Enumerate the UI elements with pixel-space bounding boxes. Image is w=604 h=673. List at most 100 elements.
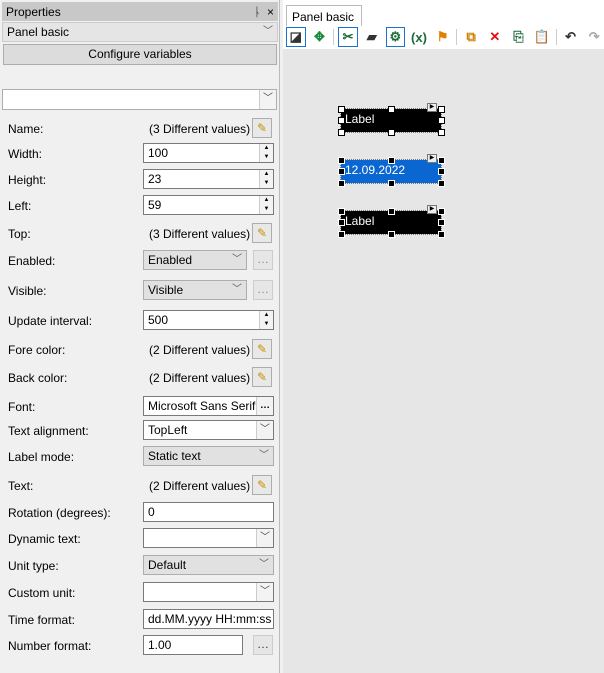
property-input[interactable]: 59 ▲ ▼ [143, 195, 274, 215]
property-value: 0 [148, 505, 155, 519]
resize-handle[interactable] [438, 129, 445, 136]
property-label: Back color: [8, 371, 68, 385]
properties-header: Properties ᚿ × [2, 2, 278, 21]
paste-icon[interactable]: 📋 [532, 27, 552, 47]
ellipsis-button[interactable]: … [253, 635, 273, 655]
resize-handle[interactable] [388, 157, 395, 164]
resize-handle[interactable] [388, 231, 395, 238]
ellipsis-button[interactable]: … [256, 397, 273, 415]
property-combo[interactable]: Static text ﹀ [143, 446, 274, 466]
redo-icon[interactable]: ↷ [584, 27, 604, 47]
panel-select[interactable]: Panel basic ﹀ [2, 22, 278, 42]
resize-handle[interactable] [438, 208, 445, 215]
resize-handle[interactable] [388, 129, 395, 136]
widget-text: Label [345, 214, 375, 228]
book-icon[interactable]: ▰ [362, 27, 382, 47]
spin-buttons[interactable]: ▲ ▼ [259, 196, 273, 214]
property-input[interactable]: 500 ▲ ▼ [143, 310, 274, 330]
edit-pencil-icon[interactable]: ✎ [252, 118, 272, 138]
ellipsis-button[interactable]: … [253, 280, 273, 300]
property-label: Left: [8, 199, 32, 213]
edit-pencil-icon[interactable]: ✎ [252, 367, 272, 387]
property-input[interactable]: 0 [143, 502, 274, 522]
spin-buttons[interactable]: ▲ ▼ [259, 170, 273, 188]
configure-variables-button[interactable]: Configure variables [3, 44, 277, 65]
resize-handle[interactable] [338, 157, 345, 164]
property-input[interactable]: dd.MM.yyyy HH:mm:ss [143, 609, 274, 629]
spin-buttons[interactable]: ▲ ▼ [259, 144, 273, 162]
property-label: Custom unit: [8, 586, 76, 600]
resize-handle[interactable] [338, 208, 345, 215]
chevron-down-icon[interactable]: ﹀ [256, 421, 273, 439]
chevron-down-icon[interactable]: ﹀ [259, 90, 276, 109]
property-combo[interactable]: Visible ﹀ [143, 280, 247, 300]
edit-pencil-icon[interactable]: ✎ [252, 339, 272, 359]
resize-handle[interactable] [338, 117, 345, 124]
property-row: Number format: 1.00… [0, 635, 280, 657]
spin-buttons[interactable]: ▲ ▼ [259, 311, 273, 329]
property-input[interactable]: 1.00 [143, 635, 243, 655]
resize-handle[interactable] [388, 106, 395, 113]
resize-handle[interactable] [338, 231, 345, 238]
align-icon[interactable]: ⚑ [433, 27, 453, 47]
resize-handle[interactable] [338, 106, 345, 113]
design-canvas[interactable]: Label ▶ 12.09.2022 ▶ Label ▶ [283, 49, 604, 673]
chevron-down-icon[interactable]: ﹀ [256, 583, 273, 601]
property-dropdown[interactable]: ﹀ [143, 528, 274, 548]
chevron-down-icon: ﹀ [259, 559, 269, 570]
property-input[interactable]: 100 ▲ ▼ [143, 143, 274, 163]
resize-handle[interactable] [438, 168, 445, 175]
resize-handle[interactable] [438, 219, 445, 226]
resize-handle[interactable] [338, 168, 345, 175]
property-value: (2 Different values) [149, 343, 251, 357]
editor-toolbar: ◪ ✥ ✂ ▰ ⚙ (x) ⚑ ⧉ ✕ ⎘ 📋 ↶ ↷ [283, 26, 604, 48]
resize-handle[interactable] [438, 231, 445, 238]
delete-icon[interactable]: ✕ [485, 27, 505, 47]
tab-panel-basic[interactable]: Panel basic [286, 5, 362, 26]
group-icon[interactable]: ⧉ [461, 27, 481, 47]
smart-tag-icon[interactable]: ▶ [427, 205, 437, 214]
chevron-down-icon[interactable]: ﹀ [256, 529, 273, 547]
edit-pencil-icon[interactable]: ✎ [252, 223, 272, 243]
property-dropdown[interactable]: ﹀ [143, 582, 274, 602]
property-input[interactable]: Microsoft Sans Serif; 8,25pt… [143, 396, 274, 416]
smart-tag-icon[interactable]: ▶ [427, 103, 437, 112]
resize-handle[interactable] [438, 106, 445, 113]
undo-icon[interactable]: ↶ [561, 27, 581, 47]
resize-handle[interactable] [438, 180, 445, 187]
property-value: (2 Different values) [149, 479, 251, 493]
widget-text: Label [345, 112, 375, 126]
resize-handle[interactable] [338, 219, 345, 226]
resize-handle[interactable] [388, 208, 395, 215]
resize-handle[interactable] [338, 180, 345, 187]
resize-handle[interactable] [438, 157, 445, 164]
property-dropdown[interactable]: TopLeft ﹀ [143, 420, 274, 440]
smart-tag-icon[interactable]: ▶ [427, 154, 437, 163]
resize-handle[interactable] [438, 117, 445, 124]
pin-icon[interactable]: ᚿ [254, 5, 261, 19]
ellipsis-button[interactable]: … [253, 250, 273, 270]
chevron-down-icon: ﹀ [263, 26, 273, 37]
property-combo[interactable]: Enabled ﹀ [143, 250, 247, 270]
tools-icon[interactable]: ✂ [338, 27, 358, 47]
editor-area: Panel basic ◪ ✥ ✂ ▰ ⚙ (x) ⚑ ⧉ ✕ ⎘ 📋 ↶ ↷ Label ▶ 12.09.… [283, 0, 604, 673]
object-select[interactable]: ﹀ [2, 89, 277, 110]
move-icon[interactable]: ✥ [310, 27, 330, 47]
chevron-down-icon: ﹀ [232, 284, 242, 295]
edit-pencil-icon[interactable]: ✎ [252, 475, 272, 495]
variable-icon[interactable]: (x) [409, 27, 429, 47]
design-mode-icon[interactable]: ◪ [286, 27, 306, 47]
window-settings-icon[interactable]: ⚙ [385, 27, 406, 47]
property-combo[interactable]: Default ﹀ [143, 555, 274, 575]
resize-handle[interactable] [388, 180, 395, 187]
property-row: Unit type: Default ﹀ [0, 555, 280, 577]
property-row: Left: 59 ▲ ▼ [0, 195, 280, 217]
property-row: Visible: Visible ﹀… [0, 280, 280, 302]
copy-icon[interactable]: ⎘ [509, 27, 529, 47]
close-icon[interactable]: × [267, 5, 274, 19]
property-row: Custom unit: ﹀ [0, 582, 280, 604]
property-label: Name: [8, 122, 44, 136]
property-row: Text alignment: TopLeft ﹀ [0, 420, 280, 442]
resize-handle[interactable] [338, 129, 345, 136]
property-input[interactable]: 23 ▲ ▼ [143, 169, 274, 189]
